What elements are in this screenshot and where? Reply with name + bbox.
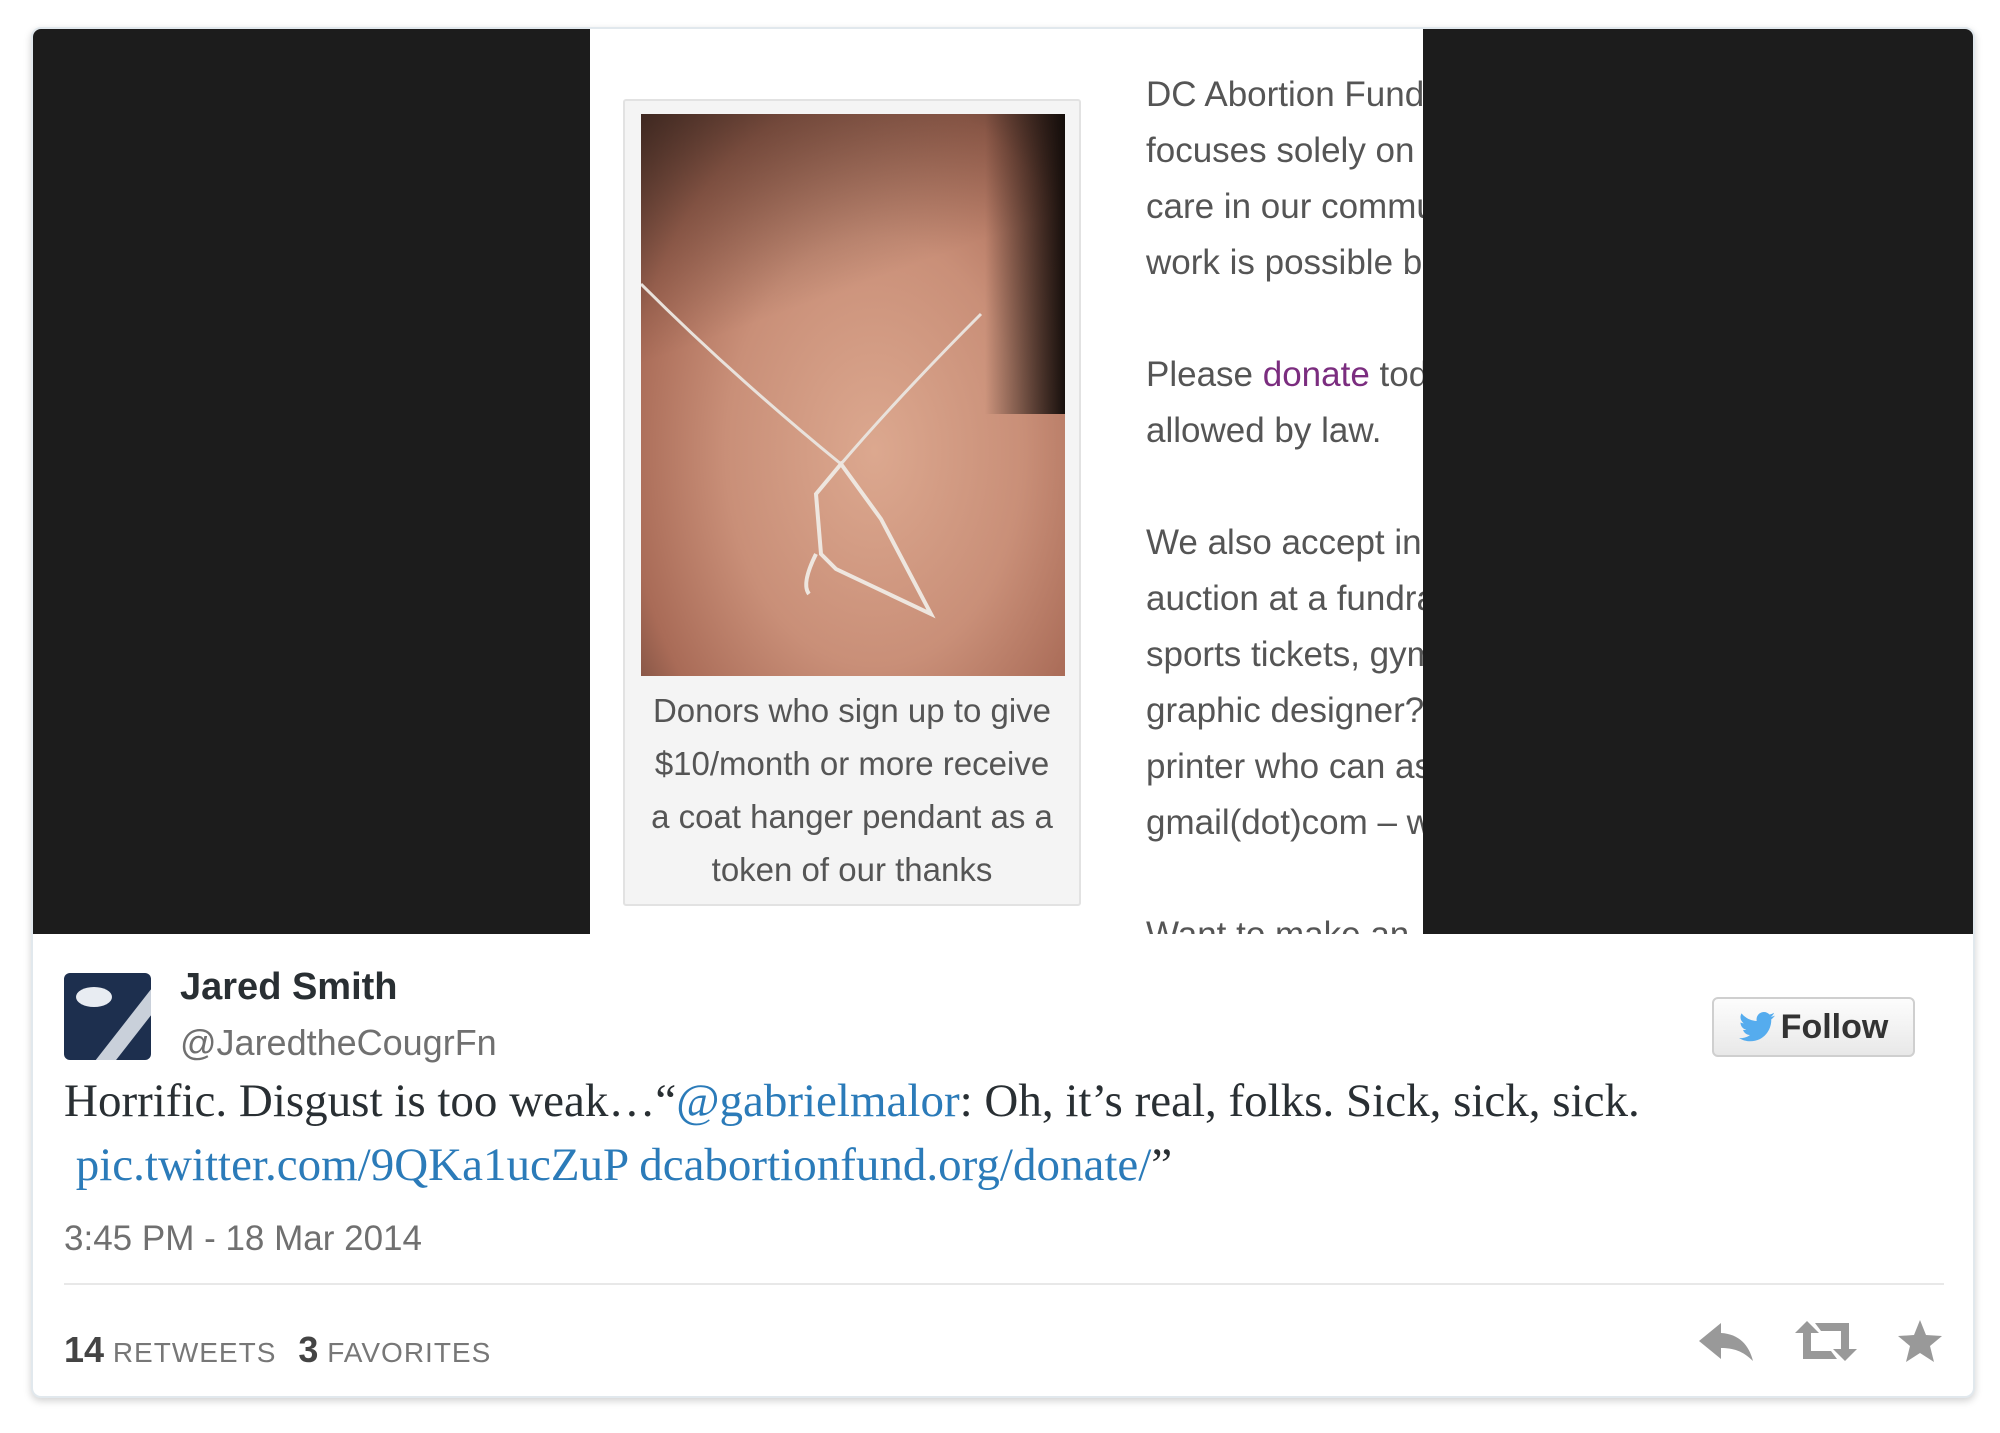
- tweet-text: Horrific. Disgust is too weak…“@gabrielm…: [64, 1075, 1640, 1191]
- tweet-media[interactable]: Donors who sign up to give $10/month or …: [33, 29, 1973, 934]
- pic-link[interactable]: pic.twitter.com/9QKa1ucZuP: [76, 1139, 628, 1191]
- article-paragraph: We also accept in- auction at a fundra s…: [1146, 523, 1423, 842]
- photo-caption: Donors who sign up to give $10/month or …: [631, 684, 1073, 896]
- photo-figure: Donors who sign up to give $10/month or …: [623, 99, 1081, 906]
- reply-icon[interactable]: [1697, 1319, 1755, 1368]
- tweet-stats: 14 RETWEETS 3 FAVORITES: [64, 1329, 491, 1371]
- donate-url-link[interactable]: dcabortionfund.org/donate/: [639, 1139, 1151, 1191]
- tweet-actions: [1697, 1319, 1943, 1368]
- retweet-icon[interactable]: [1795, 1319, 1857, 1368]
- favorites-stat[interactable]: 3 FAVORITES: [298, 1329, 491, 1371]
- author-name[interactable]: Jared Smith: [180, 966, 398, 1009]
- avatar[interactable]: [64, 973, 151, 1060]
- article-paragraph: Want to make an: [1146, 907, 1423, 934]
- necklace-photo: [641, 114, 1065, 676]
- follow-label: Follow: [1780, 1007, 1889, 1046]
- donate-link: donate: [1262, 355, 1370, 394]
- author-handle[interactable]: @JaredtheCougrFn: [180, 1022, 497, 1064]
- follow-button[interactable]: Follow: [1712, 997, 1915, 1057]
- tweet-header: Jared Smith @JaredtheCougrFn Follow: [64, 964, 1944, 1063]
- article-paragraph: DC Abortion Fund focuses solely on c car…: [1146, 75, 1423, 282]
- webpage-screenshot: Donors who sign up to give $10/month or …: [590, 29, 1423, 934]
- twitter-bird-icon: [1738, 1012, 1775, 1042]
- coat-hanger-pendant-icon: [641, 282, 983, 619]
- retweets-stat[interactable]: 14 RETWEETS: [64, 1329, 276, 1371]
- mention-link[interactable]: @gabrielmalor: [676, 1075, 959, 1127]
- star-icon[interactable]: [1897, 1319, 1943, 1368]
- tweet-timestamp[interactable]: 3:45 PM - 18 Mar 2014: [64, 1219, 422, 1259]
- caption-line: a coat hanger pendant as a: [651, 798, 1053, 835]
- divider: [64, 1283, 1944, 1285]
- caption-line: $10/month or more receive: [654, 745, 1050, 782]
- caption-line: Donors who sign up to give: [652, 692, 1052, 729]
- caption-line: token of our thanks: [711, 851, 993, 888]
- article-text: DC Abortion Fund focuses solely on c car…: [1146, 67, 1423, 934]
- tweet-card: Donors who sign up to give $10/month or …: [31, 27, 1975, 1398]
- article-paragraph: Please donate toda allowed by law.: [1146, 355, 1423, 450]
